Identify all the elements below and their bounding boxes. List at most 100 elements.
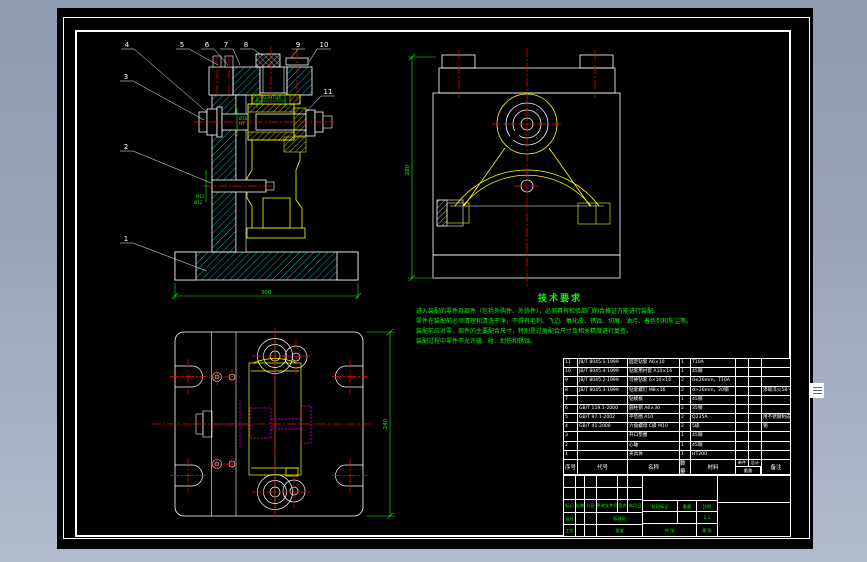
bom-cell-no: 5 (564, 414, 577, 423)
bom-cell-name: 平垫圈 A10 (628, 414, 679, 423)
bom-cell-remark (762, 359, 790, 368)
bom-cell-code: GB/T 97.1-2002 (578, 414, 627, 423)
bom-cell-name: 开口垫圈 (628, 432, 679, 441)
fixture-base-section (174, 251, 359, 281)
balloon-7: 7 (224, 41, 228, 49)
workpiece-side-outline (446, 93, 611, 225)
side-body (432, 92, 621, 256)
bom-cell-material: 45钢 (691, 441, 735, 450)
balloon-8: 8 (244, 41, 248, 49)
border-annotation-tab (810, 383, 824, 398)
bom-cell-qty: 1 (680, 395, 690, 404)
bom-cell-name: 六角螺母 C级 M10 (628, 423, 679, 432)
bom-cell-remark: 渗碳淬火58～64HRC (762, 386, 790, 395)
bom-header-material: 材料 (691, 459, 735, 474)
bom-cell-name: 夹具体 (628, 450, 679, 459)
bom-cell-remark: 用不锈钢制成 (762, 414, 790, 423)
title-block-stage-area: 阶段标记 重量 比例 1:1 共 张 第 张 (643, 476, 717, 536)
title-block-revision-area: 标记 处数 分区 更改文件号 签名 年月日 设计 标准化 工艺 批准 (564, 476, 642, 536)
bom-cell-remark: 钢 (762, 423, 790, 432)
bom-cell-no: 7 (564, 395, 577, 404)
bom-cell-qty: 1 (680, 450, 690, 459)
bom-cell-material: T10A (691, 359, 735, 368)
balloon-5: 5 (180, 41, 184, 49)
bom-cell-remark (762, 395, 790, 404)
drawing-number-cell (718, 503, 790, 536)
bom-cell-material: Q235A (691, 414, 735, 423)
bom-cell-qty: 1 (680, 441, 690, 450)
balloon-10: 10 (320, 41, 329, 49)
plan-view: 240 (152, 328, 395, 520)
bom-cell-code: GB/T 41-2000 (578, 423, 627, 432)
cad-viewer-background: 300 Ø22H7/g6 Ø16 H7 M12 Ø12 1 2 3 4 5 6 … (0, 0, 867, 562)
bom-cell-material: d≤26mm，T10A (691, 377, 735, 386)
bom-header-qty: 数量 (680, 459, 690, 474)
bom-header-weight: 单件 总计 重量 (736, 459, 761, 474)
bom-cell-material: d>26mm，20钢 (691, 386, 735, 395)
side-lug-hatch (436, 199, 448, 227)
bom-cell-code (578, 450, 627, 459)
bolt-circles (212, 372, 236, 469)
dim-fit-top: Ø22H7/g6 (261, 95, 282, 100)
drill-plate-assembly (208, 53, 313, 96)
sheet-index: 第 张 (697, 524, 717, 536)
bom-header-code: 代号 (578, 459, 627, 474)
tech-requirements: 技术要求 进入装配的零件及部件（包括外购件、外协件），必须具有检验部门的合格证方… (416, 291, 704, 347)
tech-requirement-line: 进入装配的零件及部件（包括外购件、外协件），必须具有检验部门的合格证方能进行装配… (416, 308, 660, 315)
tech-requirements-title: 技术要求 (537, 294, 582, 304)
bom-cell-name: 钻模板 (628, 395, 679, 404)
bom-table: 11 JB/T 8045.1-1999 固定钻套 A6×10 1 T10A 10… (563, 358, 791, 475)
bom-cell-material: 45钢 (691, 395, 735, 404)
bom-cell-no: 4 (564, 423, 577, 432)
bom-header-unit: 单件 (736, 459, 749, 467)
bom-cell-code (578, 395, 627, 404)
bom-cell-qty: 2 (680, 386, 690, 395)
bom-cell-name: 固定钻套 A6×10 (628, 359, 679, 368)
balloon-2: 2 (124, 143, 128, 151)
knurled-nut-section (255, 53, 281, 68)
bom-cell-code: JB/T 8045.4-1999 (578, 368, 627, 377)
label-stage: 阶段标记 (643, 501, 677, 511)
label-signature: 签名 (618, 500, 627, 512)
bom-header-remark: 备注 (762, 459, 790, 474)
side-centerlines (458, 48, 596, 286)
bom-cell-no: 1 (564, 450, 577, 459)
bom-cell-material: 5级 (691, 423, 735, 432)
bom-cell-no: 8 (564, 386, 577, 395)
bom-cell-remark (762, 432, 790, 441)
bom-cell-name: 心轴 (628, 441, 679, 450)
dim-fit-left-2: H7 (239, 121, 245, 126)
bom-cell-no: 9 (564, 377, 577, 386)
bom-cell-code (578, 432, 627, 441)
dim-screw-thread: M12 (196, 194, 205, 199)
tech-requirement-line: 装配过程中零件不允许磕、碰、划伤和锈蚀。 (416, 338, 537, 345)
bom-cell-name: 钻套用衬套 A10×16 (628, 368, 679, 377)
title-block-name-area (718, 476, 790, 536)
side-bottom-plate (432, 254, 621, 279)
bom-cell-remark (762, 368, 790, 377)
bom-cell-code: JB/T 8045.1-1999 (578, 359, 627, 368)
label-change-doc: 更改文件号 (597, 500, 617, 512)
bom-cell-remark (762, 450, 790, 459)
bom-cell-qty: 1 (680, 359, 690, 368)
label-weight: 重量 (678, 501, 696, 511)
scale-value: 1:1 (697, 512, 717, 523)
dim-screw-dia: Ø12 (194, 200, 203, 205)
label-design: 设计 (564, 512, 575, 524)
balloon-3: 3 (124, 73, 128, 81)
bom-header-total: 总计 (750, 460, 760, 466)
bom-cell-remark (762, 441, 790, 450)
bom-cell-no: 6 (564, 404, 577, 414)
bom-cell-material: 35钢 (691, 404, 735, 414)
label-count: 处数 (576, 500, 584, 512)
side-dimension (408, 53, 436, 282)
front-section-view: 300 Ø22H7/g6 Ø16 H7 M12 Ø12 1 2 3 4 5 6 … (120, 41, 362, 300)
dim-front-width: 300 (261, 290, 272, 296)
bom-cell-name: 圆柱销 A6×30 (628, 404, 679, 414)
label-zone: 分区 (585, 500, 596, 512)
bom-cell-qty: 2 (680, 377, 690, 386)
bom-header-name: 名称 (628, 459, 679, 474)
drawing-title-cell (718, 476, 790, 502)
bom-cell-code: JB/T 8045.3-1999 (578, 386, 627, 395)
balloon-4: 4 (125, 41, 130, 49)
